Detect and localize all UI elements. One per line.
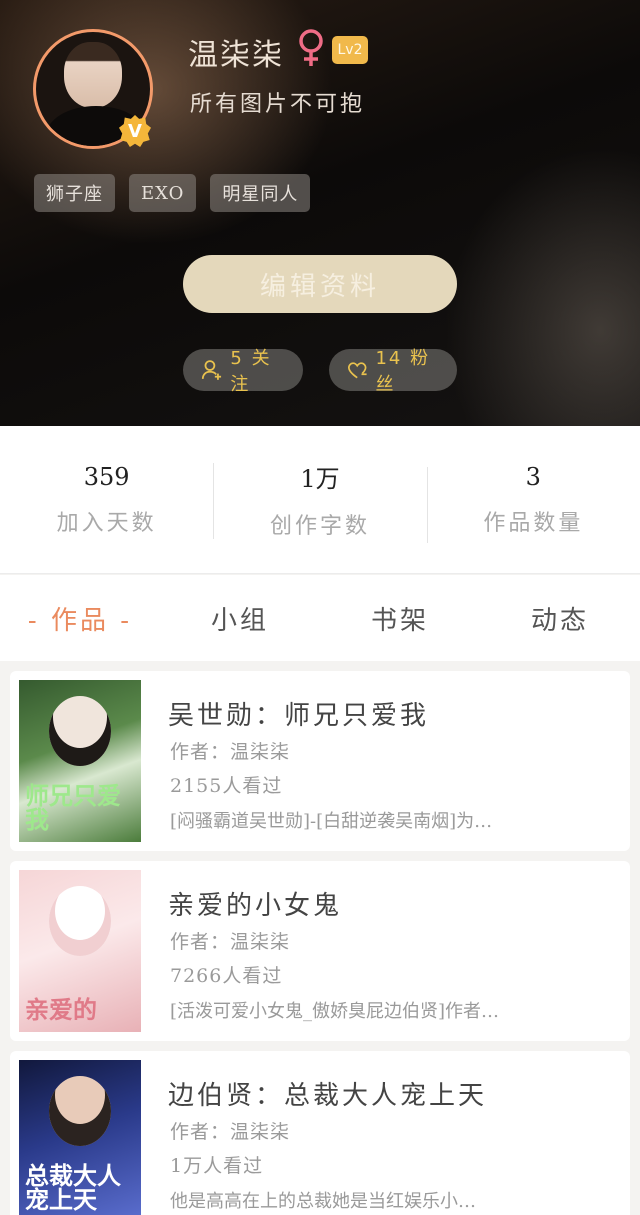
tag-item[interactable]: EXO [129,174,197,212]
book-cover: 师兄只爱我 [19,680,141,842]
stat-join-days: 359 加入天数 [0,463,213,537]
tab-activity[interactable]: 动态 [480,600,640,637]
cover-title-art: 总裁大人宠上天 [25,1161,121,1214]
book-card[interactable]: 师兄只爱我 吴世勋：师兄只爱我 作者：温柒柒 2155人看过 [闷骚霸道吴世勋]… [10,671,630,851]
stat-label: 创作字数 [269,514,370,539]
book-description: [闷骚霸道吴世勋]-[白甜逆袭吴南烟]为… [170,811,493,832]
avatar-face [64,42,122,108]
stat-value: 3 [525,462,541,491]
add-user-icon [201,360,222,380]
book-title: 边伯贤：总裁大人宠上天 [168,1081,488,1111]
book-description: 他是高高在上的总裁她是当红娱乐小… [170,1191,476,1212]
cover-title-art: 师兄只爱我 [25,781,121,834]
tag-item[interactable]: 明星同人 [210,174,311,212]
tab-bookshelf[interactable]: 书架 [320,600,480,637]
book-author: 作者：温柒柒 [170,1121,291,1143]
fans-count: 14 粉丝 [375,348,431,395]
tag-item[interactable]: 狮子座 [34,174,115,212]
level-badge: Lv2 [332,36,368,64]
stat-label: 加入天数 [56,510,157,536]
cover-figure [49,696,111,766]
book-views: 2155人看过 [170,775,283,797]
stats-bar: 359 加入天数 1万 创作字数 3 作品数量 [0,426,640,574]
tab-groups[interactable]: 小组 [160,600,320,637]
book-list: 师兄只爱我 吴世勋：师兄只爱我 作者：温柒柒 2155人看过 [闷骚霸道吴世勋]… [10,671,630,1215]
stat-label: 作品数量 [483,510,584,536]
bio: 所有图片不可抱 [190,92,366,117]
edit-profile-button[interactable]: 编辑资料 [183,255,457,313]
stat-value: 1万 [300,465,340,493]
fans-button[interactable]: 14 粉丝 [329,348,457,395]
cover-title-art: 亲爱的 [25,995,97,1024]
book-cover: 总裁大人宠上天 [19,1060,141,1215]
book-card[interactable]: 亲爱的 亲爱的小女鬼 作者：温柒柒 7266人看过 [活泼可爱小女鬼_傲娇臭屁边… [10,861,630,1041]
stat-value: 359 [83,462,130,491]
book-cover: 亲爱的 [19,870,141,1032]
following-button[interactable]: 5 关注 [183,348,303,395]
cover-figure [49,886,111,956]
tab-bar: 作品 小组 书架 动态 [0,575,640,661]
profile-header: V 温柒柒 Lv2 所有图片不可抱 狮子座 EXO 明星同人 编辑资料 5 关注… [0,0,640,426]
tab-works[interactable]: 作品 [0,600,160,637]
heart-icon [348,362,367,379]
book-card[interactable]: 总裁大人宠上天 边伯贤：总裁大人宠上天 作者：温柒柒 1万人看过 他是高高在上的… [10,1051,630,1215]
book-title: 吴世勋：师兄只爱我 [168,701,430,731]
following-count: 5 关注 [230,348,272,395]
tag-list: 狮子座 EXO 明星同人 [34,174,311,212]
cover-figure [49,1076,111,1146]
stat-word-count: 1万 创作字数 [213,459,426,540]
book-views: 1万人看过 [170,1155,264,1177]
book-description: [活泼可爱小女鬼_傲娇臭屁边伯贤]作者… [170,1001,500,1022]
female-gender-icon [299,29,323,66]
book-author: 作者：温柒柒 [170,741,291,763]
book-views: 7266人看过 [170,965,283,987]
stat-works-count: 3 作品数量 [426,462,640,543]
book-title: 亲爱的小女鬼 [168,891,343,921]
username: 温柒柒 [188,38,284,73]
book-author: 作者：温柒柒 [170,931,291,953]
